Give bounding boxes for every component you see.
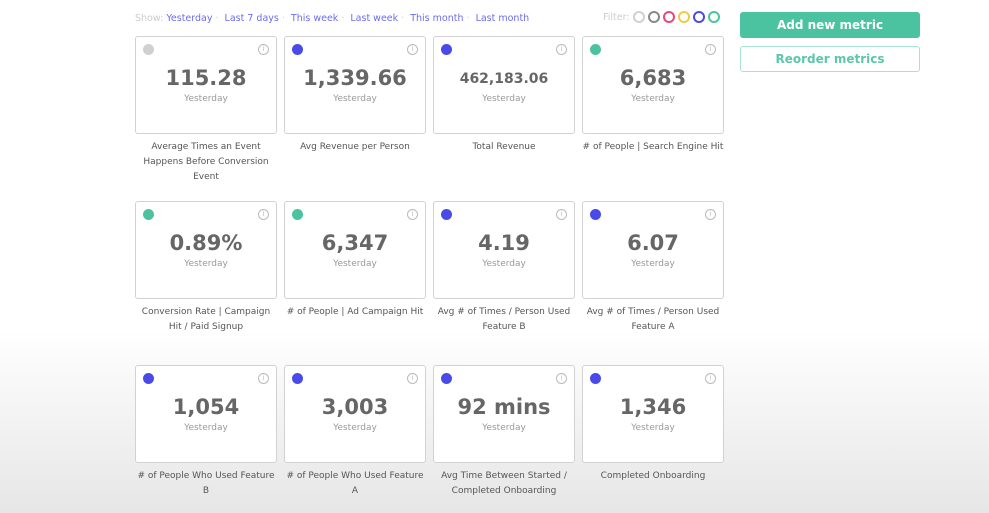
color-dot: [441, 373, 452, 384]
metric-label: Avg Revenue per Person: [300, 142, 410, 152]
filter-color-3[interactable]: [677, 11, 690, 23]
metric-label: Total Revenue: [472, 142, 536, 152]
metric-period: Yesterday: [482, 423, 526, 433]
info-icon[interactable]: i: [258, 209, 269, 220]
metric-period: Yesterday: [333, 259, 377, 269]
metric-label: # of People Who Used Feature B: [137, 471, 275, 496]
info-icon[interactable]: i: [705, 373, 716, 384]
metric-value: 0.89%: [169, 231, 243, 255]
add-new-metric-button[interactable]: Add new metric: [740, 12, 920, 38]
info-icon[interactable]: i: [407, 209, 418, 220]
metric-period: Yesterday: [333, 94, 377, 104]
color-dot: [441, 44, 452, 55]
color-dot: [292, 373, 303, 384]
color-dot: [441, 209, 452, 220]
metric-label: Avg Time Between Started / Completed Onb…: [441, 471, 567, 496]
metric-label: Average Times an Event Happens Before Co…: [143, 142, 269, 182]
metric-period: Yesterday: [482, 94, 526, 104]
metric-period: Yesterday: [333, 423, 377, 433]
info-icon[interactable]: i: [258, 44, 269, 55]
info-icon[interactable]: i: [407, 44, 418, 55]
metric-card[interactable]: i 6.07 Yesterday: [582, 201, 724, 299]
metric-label: Conversion Rate | Campaign Hit / Paid Si…: [141, 307, 271, 332]
filter-color-2[interactable]: [662, 11, 675, 23]
metric-value: 6.07: [627, 231, 679, 255]
metric-card[interactable]: i 1,054 Yesterday: [135, 365, 277, 463]
metric-label: Avg # of Times / Person Used Feature B: [437, 307, 571, 332]
color-dot: [590, 209, 601, 220]
color-filter: Filter:: [603, 11, 720, 23]
metric-period: Yesterday: [184, 259, 228, 269]
color-dot: [590, 373, 601, 384]
filter-color-5[interactable]: [707, 11, 720, 23]
metric-label: # of People | Search Engine Hit: [582, 142, 724, 152]
date-range-selector: Show: Yesterday · Last 7 days · This week ·…: [135, 13, 530, 24]
metric-value: 462,183.06: [459, 71, 549, 87]
metric-card[interactable]: i 4.19 Yesterday: [433, 201, 575, 299]
range-this-month[interactable]: This month: [410, 13, 463, 24]
color-dot: [590, 44, 601, 55]
metric-period: Yesterday: [631, 94, 675, 104]
metric-period: Yesterday: [184, 94, 228, 104]
range-last-month[interactable]: Last month: [476, 13, 530, 24]
metric-card[interactable]: i 3,003 Yesterday: [284, 365, 426, 463]
metric-label: Completed Onboarding: [600, 471, 706, 481]
color-dot: [143, 44, 154, 55]
metric-card[interactable]: i 92 mins Yesterday: [433, 365, 575, 463]
metric-label: Avg # of Times / Person Used Feature A: [586, 307, 720, 332]
metric-value: 92 mins: [457, 395, 551, 419]
metric-period: Yesterday: [631, 423, 675, 433]
metric-card[interactable]: i 462,183.06 Yesterday: [433, 36, 575, 134]
range-last-7-days[interactable]: Last 7 days: [225, 13, 279, 24]
metric-value: 4.19: [478, 231, 530, 255]
info-icon[interactable]: i: [705, 44, 716, 55]
metric-value: 6,347: [321, 231, 389, 255]
metric-value: 115.28: [165, 66, 247, 90]
color-dot: [143, 373, 154, 384]
color-dot: [292, 209, 303, 220]
filter-label: Filter:: [603, 11, 630, 23]
color-dot: [292, 44, 303, 55]
info-icon[interactable]: i: [258, 373, 269, 384]
info-icon[interactable]: i: [407, 373, 418, 384]
filter-color-0[interactable]: [632, 11, 645, 23]
metric-period: Yesterday: [631, 259, 675, 269]
filter-color-4[interactable]: [692, 11, 705, 23]
filter-color-1[interactable]: [647, 11, 660, 23]
metric-card[interactable]: i 1,346 Yesterday: [582, 365, 724, 463]
metric-card[interactable]: i 1,339.66 Yesterday: [284, 36, 426, 134]
info-icon[interactable]: i: [556, 373, 567, 384]
metric-card[interactable]: i 6,683 Yesterday: [582, 36, 724, 134]
range-last-week[interactable]: Last week: [350, 13, 398, 24]
metric-label: # of People | Ad Campaign Hit: [286, 307, 424, 317]
range-this-week[interactable]: This week: [291, 13, 338, 24]
info-icon[interactable]: i: [556, 44, 567, 55]
info-icon[interactable]: i: [705, 209, 716, 220]
metric-card[interactable]: i 6,347 Yesterday: [284, 201, 426, 299]
metric-period: Yesterday: [482, 259, 526, 269]
metric-period: Yesterday: [184, 423, 228, 433]
metric-value: 1,346: [619, 395, 687, 419]
reorder-metrics-button[interactable]: Reorder metrics: [740, 46, 920, 72]
metric-label: # of People Who Used Feature A: [286, 471, 424, 496]
metric-card[interactable]: i 115.28 Yesterday: [135, 36, 277, 134]
metric-value: 1,054: [172, 395, 240, 419]
metric-value: 3,003: [321, 395, 389, 419]
metric-value: 1,339.66: [303, 66, 407, 90]
color-dot: [143, 209, 154, 220]
metric-card[interactable]: i 0.89% Yesterday: [135, 201, 277, 299]
metric-value: 6,683: [619, 66, 687, 90]
show-label: Show:: [135, 13, 164, 24]
info-icon[interactable]: i: [556, 209, 567, 220]
range-yesterday[interactable]: Yesterday: [166, 13, 212, 24]
